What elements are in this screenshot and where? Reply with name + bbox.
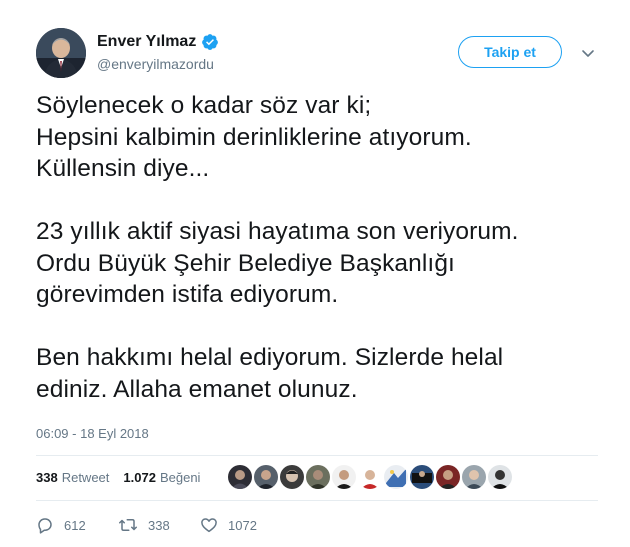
follow-button[interactable]: Takip et: [458, 36, 562, 68]
tweet-timestamp[interactable]: 06:09 - 18 Eyl 2018: [36, 426, 149, 441]
tweet-line: Ordu Büyük Şehir Belediye Başkanlığı: [36, 249, 455, 277]
liker-avatar[interactable]: [410, 465, 434, 489]
reply-icon: [36, 516, 54, 534]
liker-avatar[interactable]: [436, 465, 460, 489]
display-name[interactable]: Enver Yılmaz: [97, 33, 196, 51]
tweet-line-gap: [36, 185, 606, 217]
liker-avatar[interactable]: [488, 465, 512, 489]
liker-avatar[interactable]: [384, 465, 408, 489]
divider: [36, 500, 598, 501]
retweet-count: 338: [148, 517, 170, 533]
tweet-line: Ben hakkımı helal ediyorum. Sizlerde hel…: [36, 344, 504, 371]
divider: [36, 455, 598, 456]
like-stat-count[interactable]: 1.072: [123, 470, 156, 485]
tweet-line: ediniz. Allaha emanet olunuz.: [36, 375, 358, 403]
tweet-text: Söylenecek o kadar söz var ki; Hepsini k…: [36, 90, 606, 405]
tweet-line: görevimden istifa ediyorum.: [36, 281, 339, 308]
tweet-line: Hepsini kalbimin derinliklerine atıyorum…: [36, 123, 472, 151]
tweet-line: 23 yıllık aktif siyasi hayatıma son veri…: [36, 218, 519, 245]
liker-avatar[interactable]: [280, 465, 304, 489]
retweet-stat-label[interactable]: Retweet: [62, 470, 110, 485]
liker-avatars: [228, 465, 512, 489]
liker-avatar[interactable]: [306, 465, 330, 489]
tweet-line: Söylenecek o kadar söz var ki;: [36, 92, 372, 119]
liker-avatar[interactable]: [462, 465, 486, 489]
like-count: 1072: [228, 517, 257, 533]
user-handle[interactable]: @enveryilmazordu: [97, 56, 214, 72]
liker-avatar[interactable]: [228, 465, 252, 489]
avatar[interactable]: [36, 28, 86, 78]
tweet-line: Küllensin diye...: [36, 155, 210, 182]
retweet-stat-count[interactable]: 338: [36, 470, 58, 485]
tweet-actions: 612 338 1072: [36, 516, 257, 534]
tweet-stats: 338 Retweet 1.072 Beğeni: [36, 470, 210, 485]
liker-avatar[interactable]: [332, 465, 356, 489]
liker-avatar[interactable]: [254, 465, 278, 489]
liker-avatar[interactable]: [358, 465, 382, 489]
retweet-button[interactable]: 338: [118, 516, 200, 534]
user-name-row[interactable]: Enver Yılmaz: [97, 33, 219, 51]
reply-button[interactable]: 612: [36, 516, 118, 534]
verified-badge-icon: [201, 33, 219, 51]
tweet-card: Enver Yılmaz @enveryilmazordu Takip et S…: [0, 0, 630, 547]
tweet-line-gap: [36, 311, 606, 343]
chevron-down-icon[interactable]: [580, 45, 596, 61]
like-stat-label[interactable]: Beğeni: [160, 470, 200, 485]
retweet-icon: [118, 516, 138, 534]
reply-count: 612: [64, 517, 86, 533]
heart-icon: [200, 516, 218, 534]
like-button[interactable]: 1072: [200, 516, 257, 534]
